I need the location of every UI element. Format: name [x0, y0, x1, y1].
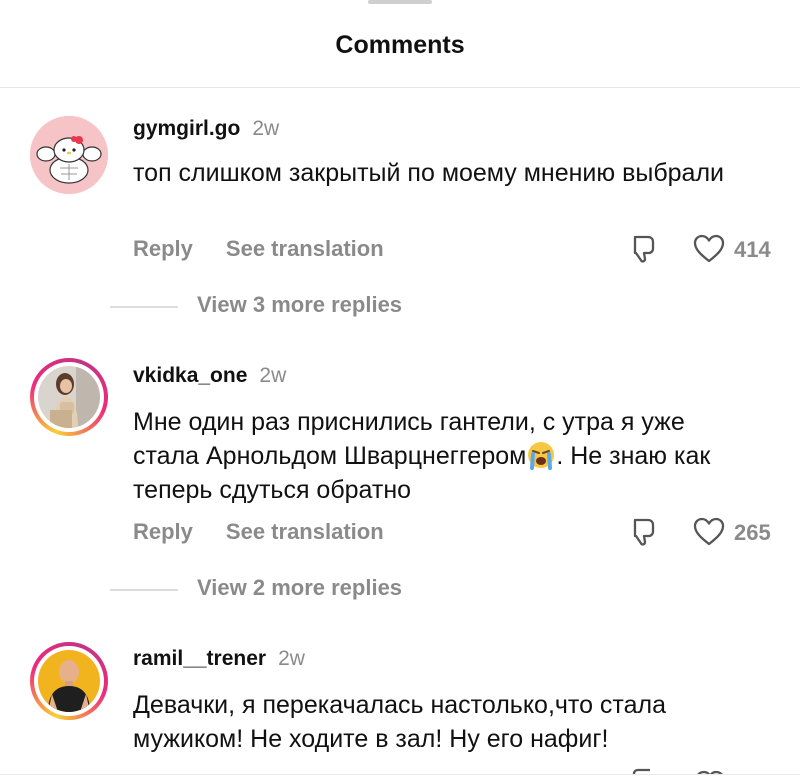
like-count: 414 — [734, 237, 771, 262]
username[interactable]: gymgirl.go — [133, 117, 240, 141]
comment-text: Девачки, я перекачалась настолько,что ст… — [133, 691, 666, 753]
woman-photo-icon — [38, 366, 100, 428]
view-replies[interactable]: View 3 more replies — [0, 292, 800, 322]
comment-actions: Reply See translation — [133, 519, 417, 545]
view-replies-label[interactable]: View 2 more replies — [197, 575, 402, 601]
hello-kitty-bodybuilder-icon — [30, 116, 108, 194]
comment-header: gymgirl.go 2w — [133, 117, 279, 141]
reply-button[interactable]: Reply — [133, 236, 193, 262]
see-translation-button[interactable]: See translation — [226, 519, 384, 545]
heart-icon[interactable] — [692, 232, 726, 266]
thumbs-down-icon[interactable] — [626, 232, 660, 266]
username[interactable]: ramil__trener — [133, 647, 266, 671]
bald-man-photo-icon — [38, 650, 100, 712]
timestamp: 2w — [278, 647, 305, 670]
comments-sheet: Comments gymgirl.go 2w топ слишком закры… — [0, 0, 800, 784]
view-replies[interactable]: View 2 more replies — [0, 575, 800, 605]
comment-text: Мне один раз приснились гантели, с утра … — [133, 405, 743, 507]
comment-text: топ слишком закрытый по моему мнению выб… — [133, 159, 725, 187]
timestamp: 2w — [259, 364, 287, 387]
loudly-crying-face-emoji-icon — [528, 442, 555, 470]
timestamp: 2w — [252, 117, 280, 140]
avatar[interactable] — [30, 358, 108, 436]
bottom-edge — [0, 774, 800, 784]
comment-actions: Reply See translation — [133, 236, 417, 262]
thumbs-down-icon[interactable] — [626, 515, 660, 549]
like-count: 265 — [734, 520, 771, 545]
heart-icon[interactable] — [692, 515, 726, 549]
avatar[interactable] — [30, 642, 108, 720]
view-replies-label[interactable]: View 3 more replies — [197, 292, 402, 318]
reply-button[interactable]: Reply — [133, 519, 193, 545]
replies-divider — [110, 306, 178, 308]
comments-header: Comments — [0, 0, 800, 88]
comment-header: vkidka_one 2w — [133, 364, 286, 388]
comment-header: ramil__trener 2w — [133, 647, 305, 671]
replies-divider — [110, 589, 178, 591]
see-translation-button[interactable]: See translation — [226, 236, 384, 262]
username[interactable]: vkidka_one — [133, 364, 247, 388]
avatar[interactable] — [30, 116, 108, 194]
page-title: Comments — [335, 31, 465, 59]
